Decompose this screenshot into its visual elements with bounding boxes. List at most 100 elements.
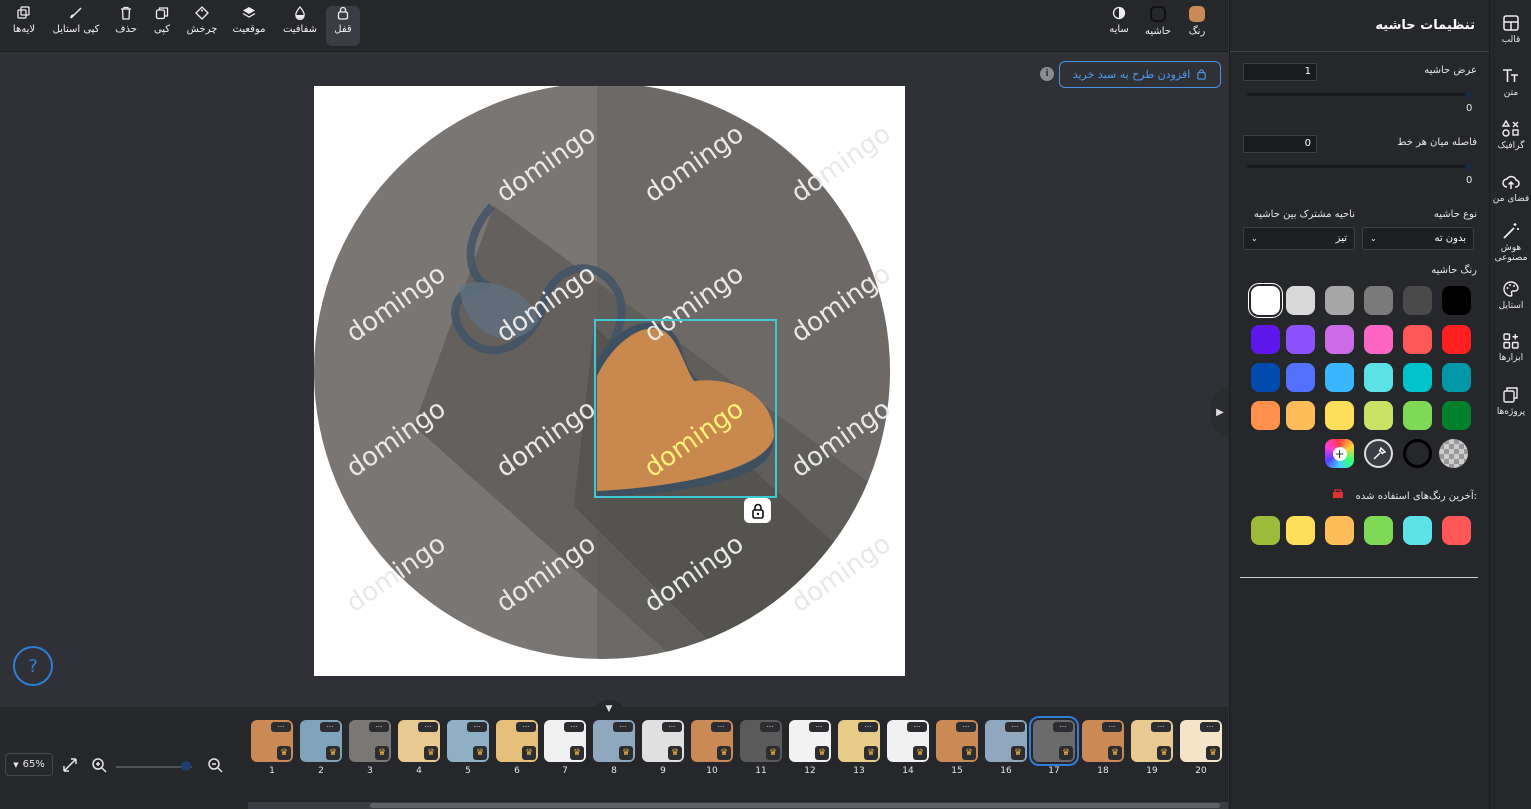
- color-swatch[interactable]: [1286, 325, 1315, 354]
- page-thumbnail[interactable]: ... ♛: [1082, 720, 1124, 762]
- page-menu-button[interactable]: ...: [1200, 722, 1220, 732]
- transparent-swatch[interactable]: [1439, 439, 1468, 468]
- sidebar-item-my-space[interactable]: فضای من: [1490, 173, 1531, 204]
- recent-color-swatch[interactable]: [1251, 516, 1280, 545]
- page-menu-button[interactable]: ...: [613, 722, 633, 732]
- color-swatch[interactable]: [1442, 286, 1471, 315]
- join-type-select[interactable]: ⌄ تیز: [1243, 227, 1355, 250]
- page-menu-button[interactable]: ...: [809, 722, 829, 732]
- page-thumbnail[interactable]: ... ♛: [789, 720, 831, 762]
- recent-color-swatch[interactable]: [1325, 516, 1354, 545]
- sidebar-item-style[interactable]: استایل: [1490, 280, 1531, 311]
- page-menu-button[interactable]: ...: [467, 722, 487, 732]
- page-menu-button[interactable]: ...: [711, 722, 731, 732]
- lock-button[interactable]: قفل: [326, 6, 360, 46]
- page-menu-button[interactable]: ...: [516, 722, 536, 732]
- sidebar-item-tools[interactable]: ابزارها: [1490, 332, 1531, 363]
- page-thumbnail[interactable]: ... ♛: [838, 720, 880, 762]
- color-swatch[interactable]: [1442, 401, 1471, 430]
- border-width-slider-thumb[interactable]: [1465, 90, 1473, 98]
- page-thumbnail[interactable]: ... ♛: [496, 720, 538, 762]
- border-button[interactable]: حاشیه: [1141, 6, 1175, 46]
- page-menu-button[interactable]: ...: [956, 722, 976, 732]
- border-width-slider[interactable]: [1247, 93, 1469, 96]
- locked-badge[interactable]: [744, 498, 771, 523]
- color-swatch[interactable]: [1403, 325, 1432, 354]
- page-thumbnail[interactable]: ... ♛: [691, 720, 733, 762]
- color-swatch[interactable]: [1403, 401, 1432, 430]
- page-thumbnail[interactable]: ... ♛: [740, 720, 782, 762]
- color-swatch[interactable]: [1442, 325, 1471, 354]
- page-thumbnail[interactable]: ... ♛: [1131, 720, 1173, 762]
- page-thumbnail[interactable]: ... ♛: [1029, 716, 1079, 766]
- color-swatch[interactable]: [1403, 363, 1432, 392]
- color-swatch[interactable]: [1442, 363, 1471, 392]
- info-icon[interactable]: i: [1040, 67, 1054, 81]
- position-button[interactable]: موقعیت: [228, 6, 270, 46]
- zoom-select[interactable]: ▼ 65%: [5, 753, 53, 776]
- page-thumbnail[interactable]: ... ♛: [985, 720, 1027, 762]
- page-menu-button[interactable]: ...: [1151, 722, 1171, 732]
- page-thumbnail[interactable]: ... ♛: [1180, 720, 1222, 762]
- color-swatch[interactable]: [1364, 363, 1393, 392]
- color-swatch[interactable]: [1364, 325, 1393, 354]
- color-swatch[interactable]: [1325, 401, 1354, 430]
- dash-gap-slider[interactable]: [1247, 165, 1469, 168]
- page-menu-button[interactable]: ...: [320, 722, 340, 732]
- add-to-cart-button[interactable]: افزودن طرح به سبد خرید: [1059, 61, 1221, 88]
- page-menu-button[interactable]: ...: [271, 722, 291, 732]
- border-width-input[interactable]: 1: [1243, 63, 1317, 81]
- page-thumbnail[interactable]: ... ♛: [349, 720, 391, 762]
- page-thumbnail[interactable]: ... ♛: [447, 720, 489, 762]
- clear-recent-icon[interactable]: [1332, 488, 1344, 500]
- custom-color-button[interactable]: +: [1325, 439, 1354, 468]
- copy-button[interactable]: کپی: [148, 6, 176, 46]
- zoom-slider-thumb[interactable]: [181, 761, 191, 771]
- zoom-out-icon[interactable]: [207, 757, 223, 773]
- color-swatch[interactable]: [1325, 363, 1354, 392]
- color-swatch[interactable]: [1251, 401, 1280, 430]
- color-swatch[interactable]: [1251, 325, 1280, 354]
- layers-button[interactable]: لایه‌ها: [8, 6, 40, 46]
- color-swatch[interactable]: [1403, 286, 1432, 315]
- sidebar-item-template[interactable]: قالب: [1490, 14, 1531, 45]
- color-swatch[interactable]: [1286, 401, 1315, 430]
- shadow-button[interactable]: سایه: [1104, 6, 1134, 46]
- page-menu-button[interactable]: ...: [418, 722, 438, 732]
- color-swatch[interactable]: [1364, 286, 1393, 315]
- color-swatch[interactable]: [1286, 286, 1315, 315]
- page-menu-button[interactable]: ...: [662, 722, 682, 732]
- delete-button[interactable]: حذف: [112, 6, 140, 46]
- color-swatch[interactable]: [1364, 401, 1393, 430]
- zoom-in-icon[interactable]: [91, 757, 107, 773]
- page-menu-button[interactable]: ...: [760, 722, 780, 732]
- color-swatch[interactable]: [1325, 286, 1354, 315]
- recent-color-swatch[interactable]: [1364, 516, 1393, 545]
- eyedropper-button[interactable]: [1364, 439, 1393, 468]
- page-menu-button[interactable]: ...: [858, 722, 878, 732]
- page-thumbnail[interactable]: ... ♛: [936, 720, 978, 762]
- page-menu-button[interactable]: ...: [1005, 722, 1025, 732]
- page-thumbnail[interactable]: ... ♛: [887, 720, 929, 762]
- color-swatch[interactable]: [1251, 286, 1280, 315]
- opacity-button[interactable]: شفافیت: [278, 6, 322, 46]
- page-thumbnail[interactable]: ... ♛: [642, 720, 684, 762]
- page-menu-button[interactable]: ...: [564, 722, 584, 732]
- page-thumbnail[interactable]: ... ♛: [300, 720, 342, 762]
- page-thumbnail[interactable]: ... ♛: [251, 720, 293, 762]
- rotate-button[interactable]: چرخش: [184, 6, 220, 46]
- dash-gap-input[interactable]: 0: [1243, 135, 1317, 153]
- no-fill-swatch[interactable]: [1403, 439, 1432, 468]
- copy-style-button[interactable]: کپی استایل: [50, 6, 102, 46]
- color-swatch[interactable]: [1286, 363, 1315, 392]
- page-menu-button[interactable]: ...: [369, 722, 389, 732]
- recent-color-swatch[interactable]: [1442, 516, 1471, 545]
- horizontal-scrollbar-thumb[interactable]: [370, 803, 1220, 808]
- recent-color-swatch[interactable]: [1286, 516, 1315, 545]
- sidebar-item-text[interactable]: متن: [1490, 67, 1531, 98]
- sidebar-item-ai[interactable]: هوش مصنوعی: [1490, 222, 1531, 263]
- border-type-select[interactable]: ⌄ بدون ته: [1362, 227, 1474, 250]
- page-thumbnail[interactable]: ... ♛: [544, 720, 586, 762]
- design-artboard[interactable]: domingo domingo domingo domingo domingo …: [314, 86, 905, 676]
- page-thumbnail[interactable]: ... ♛: [593, 720, 635, 762]
